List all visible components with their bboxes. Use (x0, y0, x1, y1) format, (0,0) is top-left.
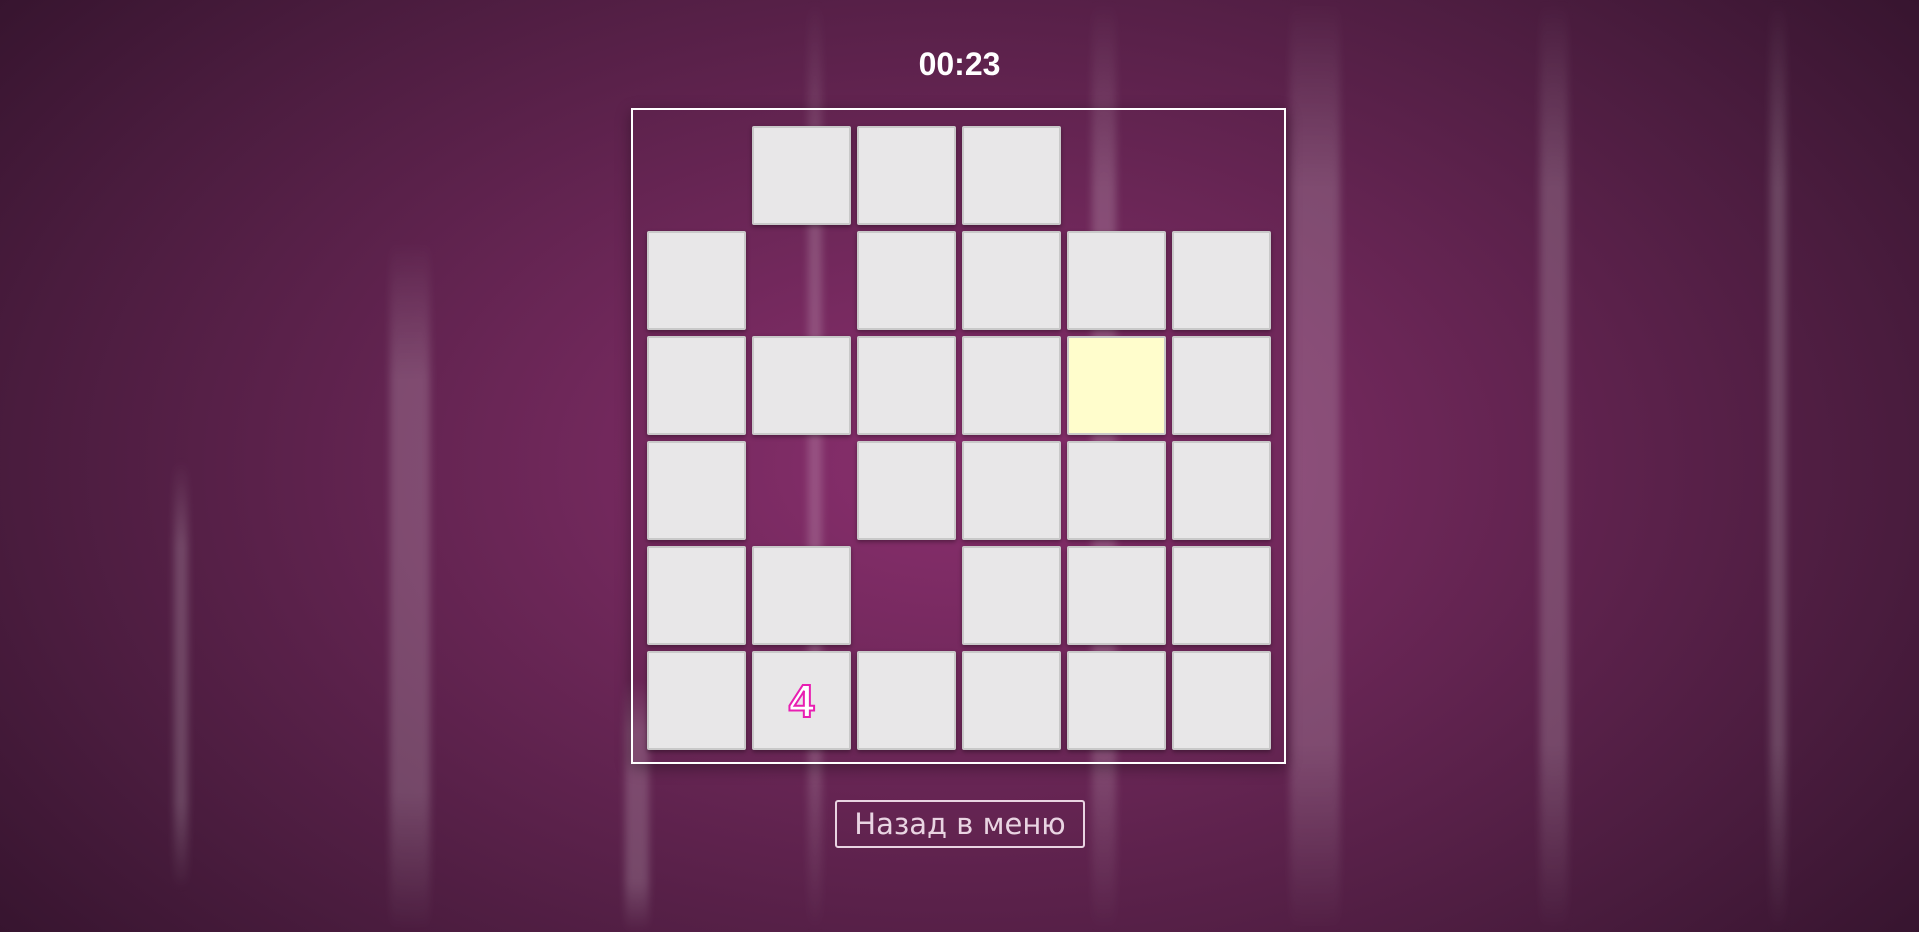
background-light-streak (390, 240, 430, 932)
board-tile[interactable] (752, 546, 851, 645)
board-tile[interactable] (1067, 231, 1166, 330)
board-tile[interactable] (1172, 231, 1271, 330)
board-tile[interactable] (857, 441, 956, 540)
background-light-streak (1770, 0, 1786, 932)
board-tile[interactable]: 4 (752, 651, 851, 750)
board-tile[interactable] (857, 336, 956, 435)
background-light-streak (174, 460, 188, 890)
board-tile[interactable] (1067, 651, 1166, 750)
game-board: 4 (631, 108, 1286, 764)
board-tile[interactable] (962, 651, 1061, 750)
board-tile[interactable] (1067, 546, 1166, 645)
board-tile[interactable] (1172, 546, 1271, 645)
board-tile[interactable] (857, 651, 956, 750)
board-tile[interactable] (647, 546, 746, 645)
board-tile[interactable] (962, 336, 1061, 435)
back-to-menu-button[interactable]: Назад в меню (835, 800, 1085, 848)
board-tile[interactable] (647, 441, 746, 540)
board-tile[interactable] (1172, 651, 1271, 750)
board-tile[interactable] (962, 546, 1061, 645)
board-tile[interactable] (647, 231, 746, 330)
board-tile[interactable] (647, 336, 746, 435)
board-tile[interactable] (962, 126, 1061, 225)
board-tile[interactable] (1172, 336, 1271, 435)
board-tile[interactable] (857, 126, 956, 225)
board-tile[interactable] (857, 231, 956, 330)
board-tile[interactable] (1067, 441, 1166, 540)
board-tile[interactable] (1172, 441, 1271, 540)
board-tile[interactable] (647, 651, 746, 750)
board-tile[interactable] (962, 441, 1061, 540)
background-light-streak (1290, 0, 1340, 932)
tile-number: 4 (788, 674, 816, 727)
board-tile[interactable] (752, 336, 851, 435)
board-tile[interactable] (1067, 336, 1166, 435)
board-tile[interactable] (962, 231, 1061, 330)
board-tile[interactable] (752, 126, 851, 225)
game-timer: 00:23 (918, 46, 1001, 82)
background-light-streak (1540, 0, 1568, 932)
